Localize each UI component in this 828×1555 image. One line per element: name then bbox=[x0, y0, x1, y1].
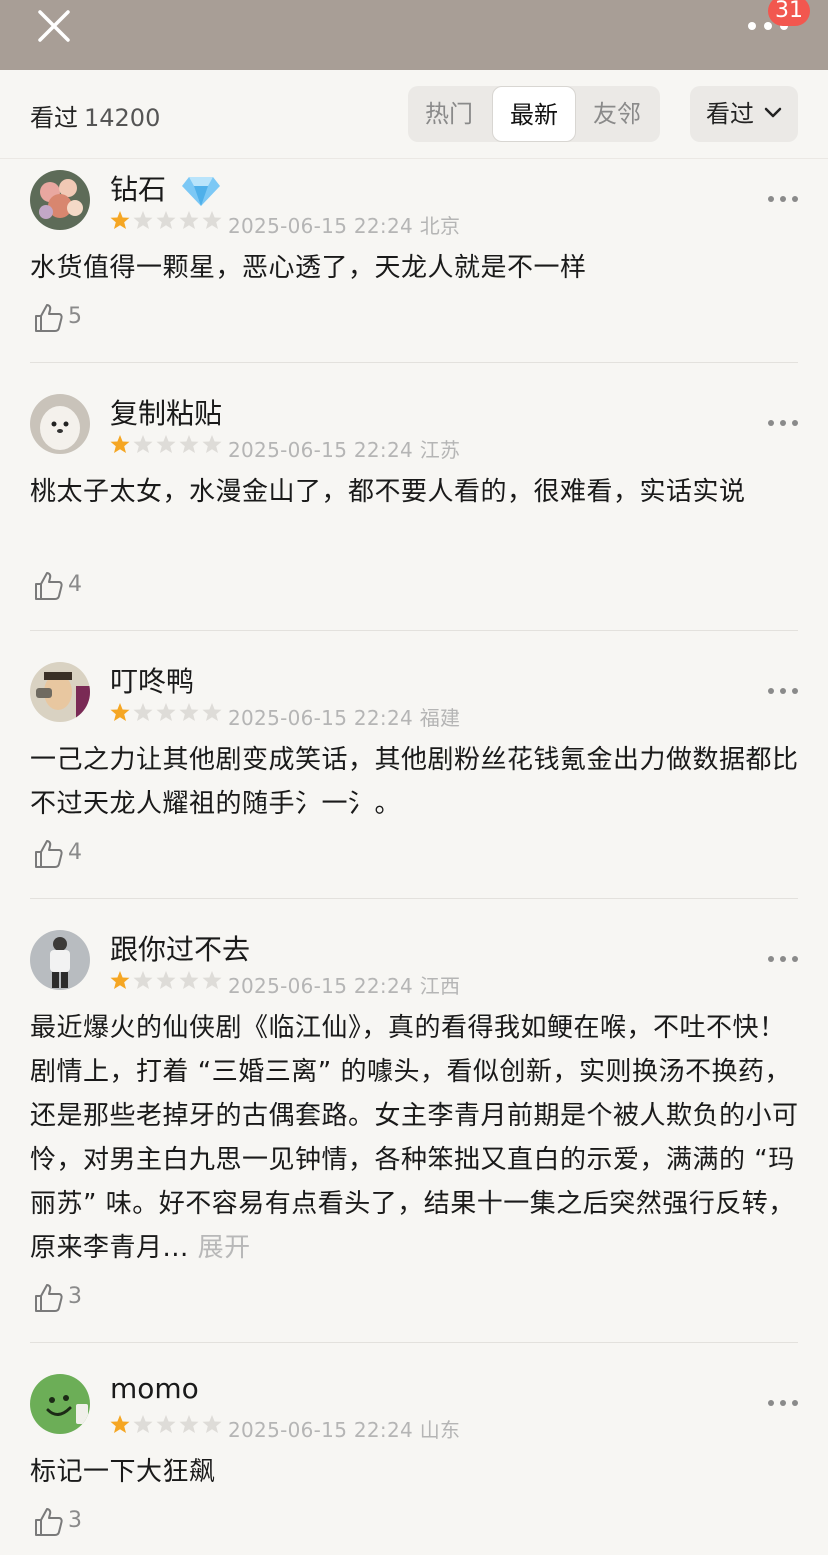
review-datetime: 2025-06-15 22:24 bbox=[228, 214, 414, 238]
review-text-body: 最近爆火的仙侠剧《临江仙》，真的看得我如鲠在喉，不吐不快！剧情上，打着 “三婚三… bbox=[30, 1013, 799, 1263]
divider bbox=[30, 898, 798, 899]
like-count: 5 bbox=[68, 304, 82, 329]
like-count: 4 bbox=[68, 572, 82, 597]
avatar[interactable] bbox=[30, 170, 90, 230]
review-location: 北京 bbox=[419, 214, 461, 238]
more-options-icon[interactable] bbox=[766, 418, 800, 428]
review-text: 一己之力让其他剧变成笑话，其他剧粉丝花钱氪金出力做数据都比不过天龙人耀祖的随手氵… bbox=[30, 745, 799, 819]
more-options-icon[interactable] bbox=[766, 954, 800, 964]
review-meta: 2025-06-15 22:24 江西 bbox=[228, 970, 460, 999]
star-rating bbox=[110, 1415, 222, 1433]
divider bbox=[30, 630, 798, 631]
thumbs-up-icon bbox=[35, 840, 63, 868]
diamond-icon bbox=[181, 177, 220, 206]
review-datetime: 2025-06-15 22:24 bbox=[228, 438, 414, 462]
review-meta: 2025-06-15 22:24 福建 bbox=[228, 702, 460, 731]
watched-count-label: 看过 bbox=[30, 104, 78, 132]
thumbs-up-icon bbox=[35, 304, 63, 332]
review-location: 福建 bbox=[419, 706, 461, 730]
status-dropdown[interactable]: 看过 bbox=[690, 86, 798, 142]
divider bbox=[30, 362, 798, 363]
more-options-icon[interactable] bbox=[766, 194, 800, 204]
watched-count: 看过 14200 bbox=[30, 98, 160, 133]
username-text: 钻石 bbox=[110, 173, 167, 206]
review-location: 江西 bbox=[419, 974, 461, 998]
review-meta: 2025-06-15 22:24 山东 bbox=[228, 1414, 460, 1443]
thumbs-up-icon bbox=[35, 572, 63, 600]
review-text: 水货值得一颗星，恶心透了，天龙人就是不一样 bbox=[30, 253, 587, 283]
tab-latest[interactable]: 最新 bbox=[492, 86, 576, 142]
tab-hot[interactable]: 热门 bbox=[408, 86, 490, 142]
watched-count-value: 14200 bbox=[84, 104, 161, 132]
status-dropdown-label: 看过 bbox=[706, 100, 754, 128]
chevron-down-icon bbox=[764, 107, 782, 118]
review-datetime: 2025-06-15 22:24 bbox=[228, 1418, 414, 1442]
like-count: 3 bbox=[68, 1284, 82, 1309]
username[interactable]: 跟你过不去 bbox=[110, 928, 250, 968]
more-options-icon[interactable] bbox=[766, 686, 800, 696]
sort-tabs: 热门 最新 友邻 bbox=[408, 86, 660, 142]
review-meta: 2025-06-15 22:24 北京 bbox=[228, 210, 460, 239]
review-meta: 2025-06-15 22:24 江苏 bbox=[228, 434, 460, 463]
filter-bar: 看过 14200 热门 最新 友邻 看过 bbox=[0, 70, 828, 159]
expand-link[interactable]: 展开 bbox=[198, 1233, 251, 1263]
thumbs-up-icon bbox=[35, 1284, 63, 1312]
notification-badge: 31 bbox=[768, 0, 810, 26]
avatar[interactable] bbox=[30, 1374, 90, 1434]
review-location: 山东 bbox=[419, 1418, 461, 1442]
like-count: 4 bbox=[68, 840, 82, 865]
review-text: 最近爆火的仙侠剧《临江仙》，真的看得我如鲠在喉，不吐不快！剧情上，打着 “三婚三… bbox=[30, 1006, 800, 1270]
divider bbox=[30, 1342, 798, 1343]
review-datetime: 2025-06-15 22:24 bbox=[228, 706, 414, 730]
username[interactable]: momo bbox=[110, 1372, 199, 1405]
more-options-icon[interactable] bbox=[766, 1398, 800, 1408]
star-rating bbox=[110, 435, 222, 453]
thumbs-up-icon bbox=[35, 1508, 63, 1536]
username[interactable]: 叮咚鸭 bbox=[110, 660, 194, 700]
tab-friends[interactable]: 友邻 bbox=[576, 86, 658, 142]
review-location: 江苏 bbox=[419, 438, 461, 462]
top-bar: 31 bbox=[0, 0, 828, 70]
avatar[interactable] bbox=[30, 394, 90, 454]
review-text: 桃太子太女，水漫金山了，都不要人看的，很难看，实话实说 bbox=[30, 477, 746, 507]
star-rating bbox=[110, 211, 222, 229]
review-text: 标记一下大狂飙 bbox=[30, 1457, 216, 1487]
close-icon[interactable] bbox=[34, 6, 74, 46]
like-count: 3 bbox=[68, 1508, 82, 1533]
username[interactable]: 复制粘贴 bbox=[110, 392, 222, 432]
star-rating bbox=[110, 703, 222, 721]
username[interactable]: 钻石 bbox=[110, 168, 221, 208]
avatar[interactable] bbox=[30, 662, 90, 722]
avatar[interactable] bbox=[30, 930, 90, 990]
review-datetime: 2025-06-15 22:24 bbox=[228, 974, 414, 998]
star-rating bbox=[110, 971, 222, 989]
